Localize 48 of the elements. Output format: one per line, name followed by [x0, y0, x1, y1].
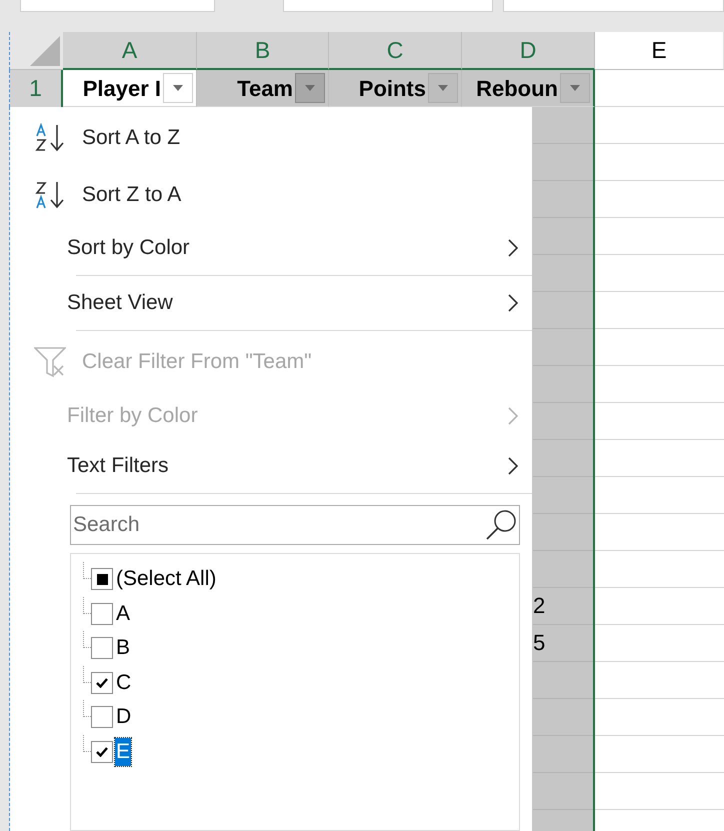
checkmark-icon	[96, 678, 108, 688]
list-value[interactable]: (Select All)	[115, 565, 218, 594]
checkbox[interactable]	[91, 602, 113, 625]
cell-value: 2	[533, 595, 546, 617]
list-value[interactable]: C	[115, 668, 132, 697]
column-header[interactable]: B	[197, 32, 329, 70]
column-header[interactable]: A	[63, 32, 197, 70]
checkbox[interactable]	[91, 568, 113, 590]
clear-filter-icon	[34, 346, 66, 378]
menu-item[interactable]: Text Filters	[10, 441, 532, 491]
checkbox[interactable]	[91, 706, 113, 728]
menu-item[interactable]: Sheet View	[10, 278, 532, 328]
chevron-right-icon	[508, 294, 518, 312]
sort-icon	[34, 180, 66, 210]
checkmark-icon	[96, 746, 108, 757]
list-value[interactable]: B	[115, 634, 132, 662]
filter-dropdown-button[interactable]	[560, 73, 590, 103]
search-icon	[485, 509, 517, 541]
chevron-right-icon	[508, 239, 518, 257]
row-header[interactable]: 1	[10, 70, 63, 107]
checkbox[interactable]	[91, 740, 113, 763]
header-cell-text: Reboun	[476, 74, 558, 102]
column-header[interactable]: D	[462, 32, 595, 70]
header-cell-text: Player I	[82, 74, 161, 103]
filter-dropdown-button[interactable]	[163, 73, 193, 103]
checkbox[interactable]	[91, 672, 113, 694]
filter-dropdown-button[interactable]	[428, 73, 458, 103]
chevron-right-icon	[508, 457, 518, 475]
list-value[interactable]: A	[115, 600, 132, 628]
menu-item[interactable]: Sort A to Z	[10, 109, 532, 166]
caret-icon	[305, 85, 315, 91]
column-header[interactable]: E	[595, 32, 724, 70]
sort-icon	[34, 122, 66, 152]
chevron-right-icon	[508, 407, 518, 425]
caret-icon	[570, 85, 580, 91]
filter-dropdown-button[interactable]	[295, 73, 325, 103]
header-cell-text: Team	[237, 74, 293, 102]
header-cell-text: Points	[358, 74, 426, 102]
menu-item[interactable]: Sort by Color	[10, 223, 532, 273]
list-value[interactable]: E	[115, 738, 132, 766]
list-value[interactable]: D	[115, 703, 132, 732]
menu-item[interactable]: Sort Z to A	[10, 166, 532, 223]
caret-icon	[438, 85, 448, 91]
checkbox[interactable]	[91, 637, 113, 660]
search-field[interactable]: Search	[70, 505, 520, 545]
column-header[interactable]: C	[329, 32, 462, 70]
caret-icon	[173, 85, 183, 91]
cell-value: 5	[533, 632, 546, 654]
